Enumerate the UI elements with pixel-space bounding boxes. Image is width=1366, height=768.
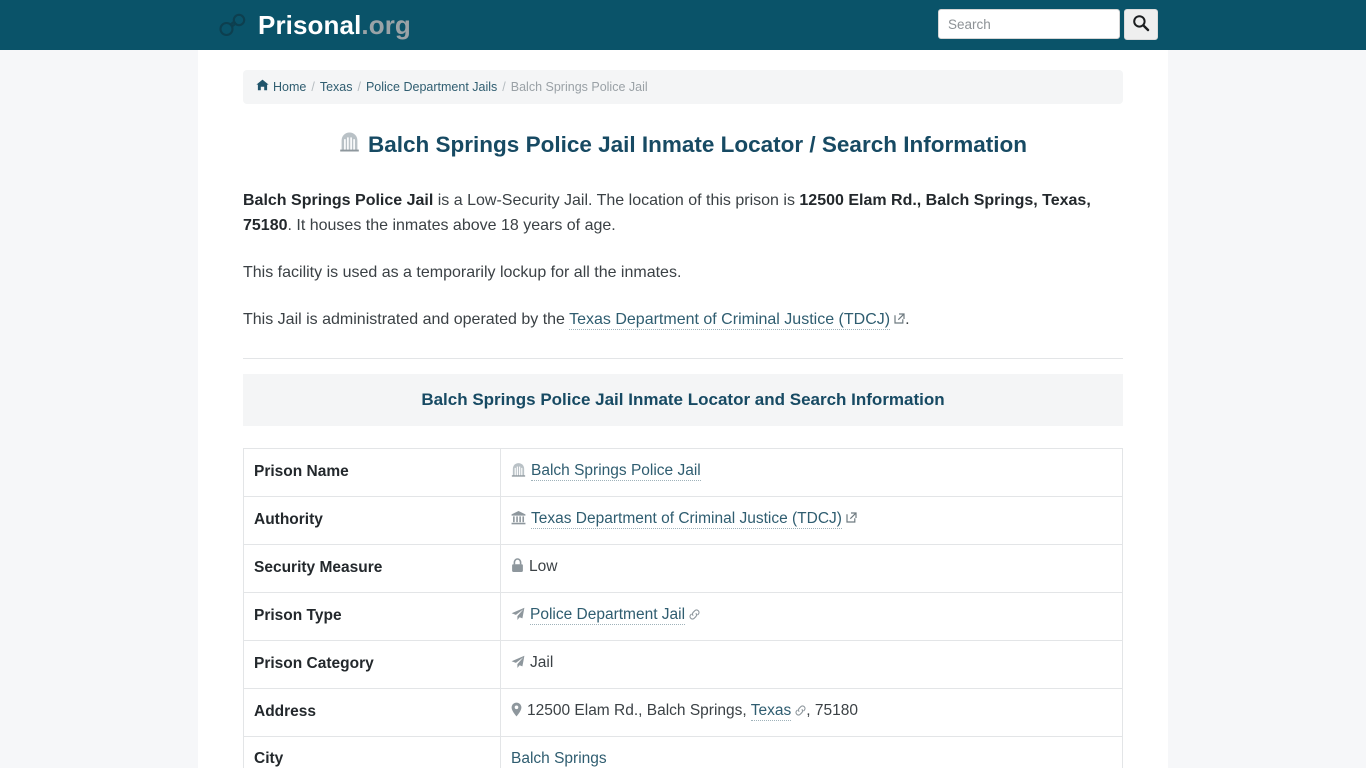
- paper-plane-icon: [511, 655, 525, 673]
- external-link-icon: [894, 311, 905, 328]
- jail-building-icon: [339, 130, 360, 159]
- site-header: Prisonal.org: [0, 0, 1366, 50]
- address-state-link[interactable]: Texas: [750, 702, 792, 722]
- jail-building-icon: [511, 463, 526, 481]
- section-heading: Balch Springs Police Jail Inmate Locator…: [243, 374, 1123, 427]
- row-label-address: Address: [243, 688, 501, 737]
- search-input[interactable]: [938, 9, 1120, 39]
- table-row: Prison Category Jail: [243, 640, 1123, 690]
- paper-plane-icon: [511, 608, 525, 625]
- lock-icon: [511, 558, 524, 577]
- row-value-authority: Texas Department of Criminal Justice (TD…: [500, 496, 1123, 546]
- brand-tld: .org: [361, 10, 411, 40]
- address-prefix: 12500 Elam Rd., Balch Springs,: [527, 702, 751, 720]
- row-value-address: 12500 Elam Rd., Balch Springs, Texas , 75…: [500, 688, 1123, 737]
- intro-paragraph-3-start: This Jail is administrated and operated …: [243, 310, 570, 328]
- map-marker-icon: [511, 702, 522, 721]
- row-value-prison-type: Police Department Jail: [500, 592, 1123, 642]
- tdcj-link[interactable]: Texas Department of Criminal Justice (TD…: [569, 310, 891, 330]
- table-row: Authority Texas Department of Criminal J…: [243, 496, 1123, 546]
- page-title-text: Balch Springs Police Jail Inmate Locator…: [368, 132, 1027, 157]
- page-title: Balch Springs Police Jail Inmate Locator…: [243, 130, 1123, 159]
- intro-paragraph-1-end: . It houses the inmates above 18 years o…: [287, 217, 616, 235]
- brand-name: Prisonal: [258, 10, 362, 40]
- site-logo-link[interactable]: Prisonal.org: [218, 12, 411, 38]
- prison-type-link[interactable]: Police Department Jail: [530, 606, 686, 626]
- intro-paragraph-1-mid: is a Low-Security Jail. The location of …: [433, 192, 800, 210]
- handcuffs-icon: [218, 12, 248, 38]
- search-icon: [1132, 14, 1150, 35]
- prison-category-value: Jail: [530, 654, 554, 672]
- table-row: Address 12500 Elam Rd., Balch Springs, T…: [243, 688, 1123, 737]
- row-label-authority: Authority: [243, 496, 501, 546]
- intro-paragraph-1: Balch Springs Police Jail is a Low-Secur…: [243, 189, 1123, 239]
- intro-paragraph-2: This facility is used as a temporarily l…: [243, 263, 682, 281]
- city-link[interactable]: Balch Springs: [511, 749, 607, 768]
- divider: [243, 358, 1123, 360]
- table-row: Security Measure Low: [243, 544, 1123, 594]
- breadcrumb-item-home[interactable]: Home: [273, 80, 306, 95]
- breadcrumb-item-police-department-jails[interactable]: Police Department Jails: [366, 80, 497, 95]
- row-value-city: Balch Springs: [500, 735, 1123, 768]
- security-measure-value: Low: [529, 558, 558, 576]
- intro-prison-name: Balch Springs Police Jail: [243, 192, 434, 210]
- breadcrumb-separator: /: [502, 79, 506, 94]
- row-label-prison-name: Prison Name: [243, 448, 501, 498]
- intro-paragraph-3-end: .: [905, 310, 910, 328]
- search-button[interactable]: [1124, 9, 1158, 40]
- row-label-prison-category: Prison Category: [243, 640, 501, 690]
- breadcrumb-separator: /: [357, 79, 361, 94]
- row-label-prison-type: Prison Type: [243, 592, 501, 642]
- home-icon: [256, 79, 269, 95]
- row-value-security-measure: Low: [500, 544, 1123, 594]
- prison-info-table: Prison Name Balch Springs Police Jail Au…: [243, 448, 1123, 768]
- chain-link-icon: [795, 703, 806, 720]
- intro-paragraph-3: This Jail is administrated and operated …: [243, 308, 1123, 333]
- table-row: Prison Name Balch Springs Police Jail: [243, 448, 1123, 498]
- breadcrumb-separator: /: [311, 79, 315, 94]
- table-row: Prison Type Police Department Jail: [243, 592, 1123, 642]
- header-search: [938, 9, 1158, 40]
- authority-link[interactable]: Texas Department of Criminal Justice (TD…: [531, 510, 842, 530]
- row-value-prison-category: Jail: [500, 640, 1123, 690]
- row-label-security-measure: Security Measure: [243, 544, 501, 594]
- content-area: Home / Texas / Police Department Jails /…: [243, 50, 1123, 768]
- chain-link-icon: [689, 607, 700, 624]
- breadcrumb: Home / Texas / Police Department Jails /…: [243, 70, 1123, 104]
- table-row: City Balch Springs: [243, 735, 1123, 768]
- breadcrumb-item-texas[interactable]: Texas: [320, 80, 353, 95]
- row-label-city: City: [243, 735, 501, 768]
- address-suffix: , 75180: [806, 702, 858, 720]
- brand-text: Prisonal.org: [258, 12, 411, 38]
- university-icon: [511, 511, 526, 529]
- page-container: Home / Texas / Police Department Jails /…: [198, 50, 1168, 768]
- intro-text: Balch Springs Police Jail is a Low-Secur…: [243, 189, 1123, 332]
- external-link-icon: [846, 510, 857, 527]
- prison-name-link[interactable]: Balch Springs Police Jail: [531, 462, 701, 482]
- breadcrumb-item-current: Balch Springs Police Jail: [510, 79, 648, 94]
- row-value-prison-name: Balch Springs Police Jail: [500, 448, 1123, 498]
